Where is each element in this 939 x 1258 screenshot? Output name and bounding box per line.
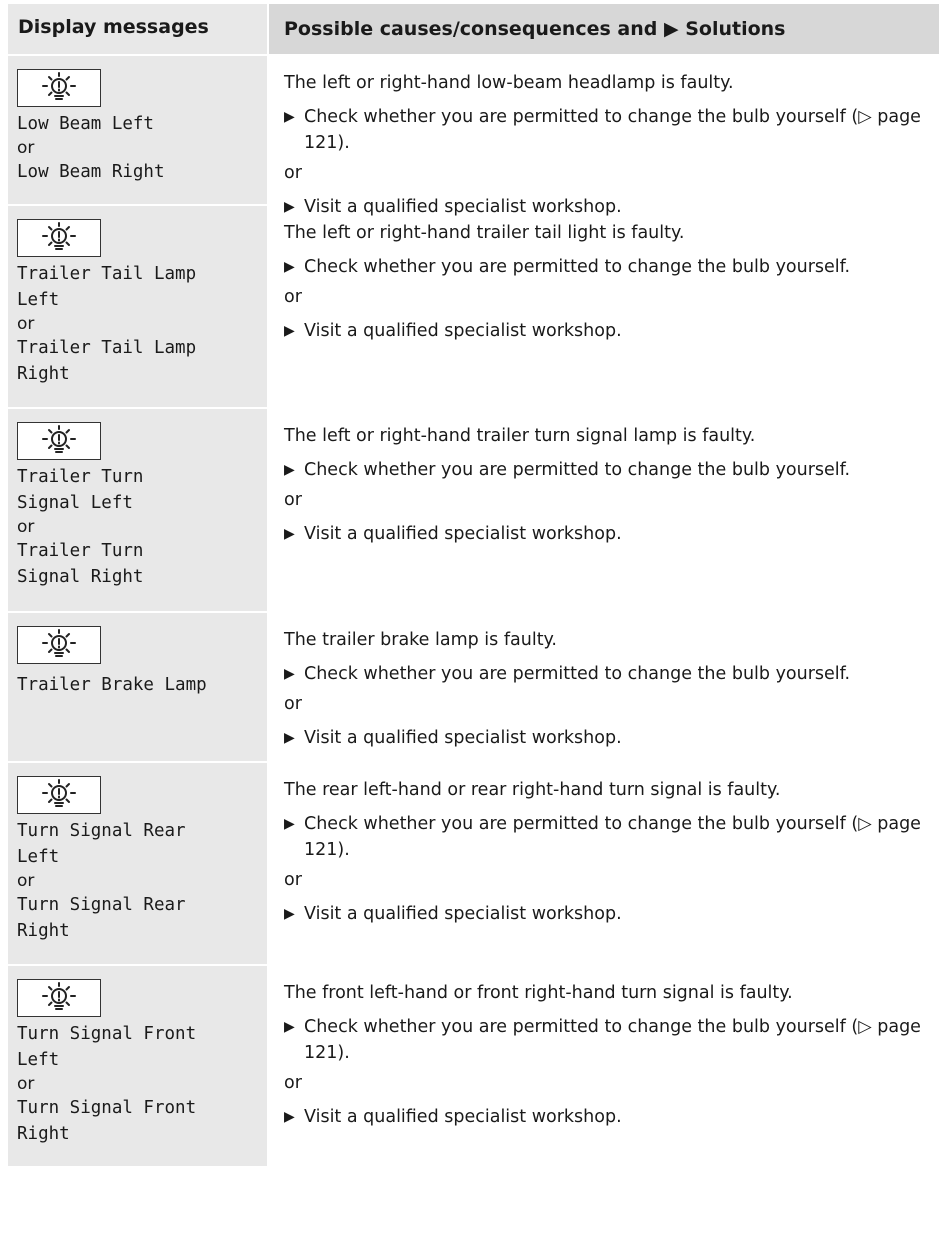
bulb-failure-icon [17, 626, 101, 664]
arrow-icon: ▶ [284, 462, 295, 478]
arrow-icon: ▶ [284, 1019, 295, 1035]
solution-step: ▶ Visit a qualified specialist workshop. [284, 521, 939, 547]
fault-description: The trailer brake lamp is faulty. [284, 630, 557, 650]
fault-description: The front left-hand or front right-hand … [284, 983, 793, 1003]
message-text: Turn Signal Rear Left [17, 821, 186, 867]
arrow-icon: ▶ [284, 323, 295, 339]
message-text: Turn Signal Rear Right [17, 895, 186, 941]
or-label: or [284, 490, 302, 510]
solution-step: ▶ Visit a qualified specialist workshop. [284, 318, 939, 344]
solution-step: ▶ Check whether you are permitted to chan… [284, 104, 939, 156]
solution-cell: The rear left-hand or rear right-hand tu… [269, 763, 939, 964]
bulb-failure-icon [17, 219, 101, 257]
solution-cell: The left or right-hand low-beam headlamp… [269, 56, 939, 217]
display-message-cell: Trailer Turn Signal Left or Trailer Turn… [8, 409, 269, 611]
table-row: Low Beam Left or Low Beam Right The left… [8, 56, 939, 217]
fault-description: The left or right-hand trailer turn sign… [284, 426, 756, 446]
arrow-icon: ▶ [284, 906, 295, 922]
arrow-icon: ▶ [284, 1109, 295, 1125]
solution-cell: The left or right-hand trailer tail ligh… [269, 206, 939, 407]
message-text: Low Beam Right [17, 162, 165, 182]
or-label: or [284, 287, 302, 307]
or-label: or [17, 138, 35, 158]
solution-step: ▶ Check whether you are permitted to chan… [284, 1014, 939, 1066]
bulb-failure-icon [17, 979, 101, 1017]
header-causes-solutions: Possible causes/consequences and ▶ Solut… [284, 18, 786, 40]
table-row: Turn Signal Rear Left or Turn Signal Rea… [8, 763, 939, 966]
message-text: Trailer Brake Lamp [17, 675, 207, 695]
bulb-failure-icon [17, 69, 101, 107]
fault-description: The left or right-hand low-beam headlamp… [284, 73, 734, 93]
arrow-icon: ▶ [284, 109, 295, 125]
table-row: Trailer Turn Signal Left or Trailer Turn… [8, 409, 939, 613]
arrow-icon: ▶ [284, 259, 295, 275]
display-message-cell: Turn Signal Front Left or Turn Signal Fr… [8, 966, 269, 1166]
table-row: Trailer Brake Lamp The trailer brake lam… [8, 613, 939, 763]
bulb-failure-icon [17, 422, 101, 460]
solution-cell: The front left-hand or front right-hand … [269, 966, 939, 1166]
bulb-failure-icon [17, 776, 101, 814]
message-text: Trailer Tail Lamp Right [17, 338, 197, 384]
solution-step: ▶ Check whether you are permitted to chan… [284, 457, 939, 483]
solution-step: ▶ Visit a qualified specialist workshop. [284, 725, 939, 751]
arrow-icon: ▶ [284, 526, 295, 542]
or-label: or [284, 1073, 302, 1093]
arrow-icon: ▶ [284, 666, 295, 682]
or-label: or [17, 1074, 35, 1094]
table-row: Trailer Tail Lamp Left or Trailer Tail L… [8, 206, 939, 409]
message-text: Turn Signal Front Right [17, 1098, 197, 1144]
solution-step: ▶ Check whether you are permitted to chan… [284, 254, 939, 280]
solution-step: ▶ Check whether you are permitted to chan… [284, 811, 939, 863]
solution-step: ▶ Visit a qualified specialist workshop. [284, 1104, 939, 1130]
or-label: or [284, 163, 302, 183]
message-text: Turn Signal Front Left [17, 1024, 197, 1070]
solution-step: ▶ Visit a qualified specialist workshop. [284, 901, 939, 927]
fault-description: The rear left-hand or rear right-hand tu… [284, 780, 781, 800]
message-text: Trailer Turn Signal Right [17, 541, 144, 587]
or-label: or [284, 694, 302, 714]
table-row: Turn Signal Front Left or Turn Signal Fr… [8, 966, 939, 1166]
message-text: Trailer Tail Lamp Left [17, 264, 197, 310]
display-message-cell: Low Beam Left or Low Beam Right [8, 56, 269, 204]
message-text: Low Beam Left [17, 114, 154, 134]
display-message-cell: Turn Signal Rear Left or Turn Signal Rea… [8, 763, 269, 964]
display-message-cell: Trailer Brake Lamp [8, 613, 269, 761]
arrow-icon: ▶ [284, 730, 295, 746]
message-table: Display messages Possible causes/consequ… [8, 4, 939, 1166]
fault-description: The left or right-hand trailer tail ligh… [284, 223, 685, 243]
table-header: Display messages Possible causes/consequ… [8, 4, 939, 56]
arrow-icon: ▶ [284, 816, 295, 832]
or-label: or [17, 314, 35, 334]
header-display-messages: Display messages [8, 4, 269, 54]
message-text: Trailer Turn Signal Left [17, 467, 144, 513]
solution-cell: The left or right-hand trailer turn sign… [269, 409, 939, 611]
or-label: or [17, 871, 35, 891]
solution-step: ▶ Check whether you are permitted to chan… [284, 661, 939, 687]
solution-cell: The trailer brake lamp is faulty. ▶ Check… [269, 613, 939, 761]
or-label: or [284, 870, 302, 890]
or-label: or [17, 517, 35, 537]
display-message-cell: Trailer Tail Lamp Left or Trailer Tail L… [8, 206, 269, 407]
